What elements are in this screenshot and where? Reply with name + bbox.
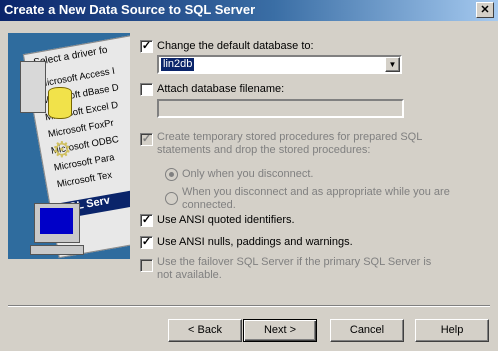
server-icon	[20, 61, 46, 113]
help-button[interactable]: Help	[415, 319, 489, 342]
cancel-button[interactable]: Cancel	[330, 319, 404, 342]
change-default-db-label: Change the default database to:	[157, 40, 314, 52]
ansi-quoted-label: Use ANSI quoted identifiers.	[157, 214, 295, 226]
radio-disconnect-appropriate-label: When you disconnect and as appropriate w…	[182, 186, 450, 211]
default-database-select[interactable]: lin2db ▼	[157, 55, 402, 74]
gear-icon: ⚙	[52, 137, 72, 162]
keyboard-icon	[30, 245, 84, 255]
change-default-db-checkbox[interactable]: ✓	[140, 40, 153, 53]
title-bar: Create a New Data Source to SQL Server ✕	[0, 0, 498, 21]
radio-disconnect-appropriate[interactable]	[165, 192, 178, 205]
separator-highlight	[8, 306, 490, 307]
ansi-quoted-checkbox[interactable]: ✓	[140, 214, 153, 227]
database-icon	[48, 87, 72, 119]
window-title: Create a New Data Source to SQL Server	[4, 2, 256, 17]
create-temp-procs-checkbox[interactable]: ✓	[140, 133, 153, 146]
default-database-value: lin2db	[161, 58, 195, 71]
radio-only-disconnect-label: Only when you disconnect.	[182, 168, 314, 180]
failover-label: Use the failover SQL Server if the prima…	[157, 256, 432, 281]
ansi-nulls-label: Use ANSI nulls, paddings and warnings.	[157, 236, 353, 248]
attach-filename-field[interactable]	[157, 99, 404, 118]
attach-filename-checkbox[interactable]	[140, 83, 153, 96]
chevron-down-icon[interactable]: ▼	[385, 57, 400, 72]
back-button[interactable]: < Back	[168, 319, 242, 342]
close-button[interactable]: ✕	[476, 2, 494, 18]
next-button[interactable]: Next >	[243, 319, 317, 342]
attach-filename-label: Attach database filename:	[157, 83, 285, 95]
radio-only-disconnect[interactable]	[165, 168, 178, 181]
create-temp-procs-label: Create temporary stored procedures for p…	[157, 131, 422, 156]
ansi-nulls-checkbox[interactable]: ✓	[140, 236, 153, 249]
computer-icon	[34, 203, 80, 243]
wizard-illustration: Select a driver fo Microsoft Access I Mi…	[8, 33, 130, 259]
driver-item: Microsoft Tex	[56, 169, 113, 191]
failover-checkbox[interactable]	[140, 259, 153, 272]
